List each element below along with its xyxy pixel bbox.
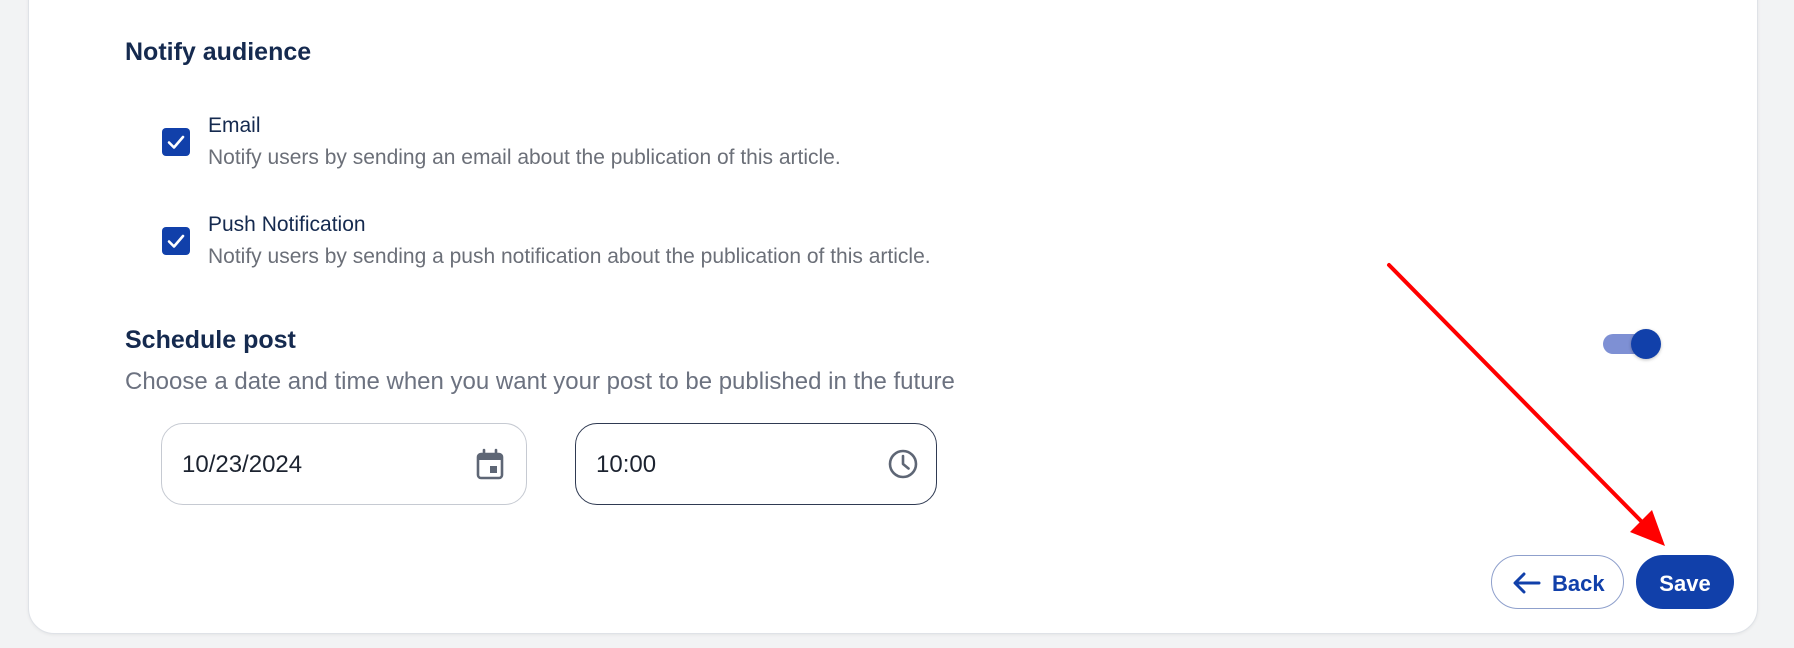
save-button-label: Save [1659,571,1711,596]
toggle-thumb [1631,329,1661,359]
time-input[interactable]: 10:00 [575,423,937,505]
arrow-left-icon [1513,572,1541,594]
checkmark-icon [167,234,185,248]
push-notification-checkbox[interactable] [162,227,190,255]
email-option-label: Email [208,114,261,137]
push-notification-option-description: Notify users by sending a push notificat… [208,245,931,268]
email-option-description: Notify users by sending an email about t… [208,146,841,169]
save-button[interactable]: Save [1636,555,1734,609]
calendar-icon[interactable] [474,448,506,482]
time-value: 10:00 [596,451,657,478]
push-notification-option-label: Push Notification [208,213,366,236]
date-value: 10/23/2024 [182,451,303,478]
clock-icon[interactable] [887,448,919,480]
email-checkbox[interactable] [162,128,190,156]
back-button[interactable]: Back [1491,555,1624,609]
schedule-post-heading: Schedule post [125,326,296,354]
back-button-label: Back [1552,571,1605,596]
schedule-post-subtitle: Choose a date and time when you want you… [125,368,955,395]
form-card [28,0,1758,634]
schedule-post-toggle[interactable] [1603,329,1661,359]
notify-audience-heading: Notify audience [125,38,312,66]
date-input[interactable]: 10/23/2024 [161,423,527,505]
checkmark-icon [167,135,185,149]
